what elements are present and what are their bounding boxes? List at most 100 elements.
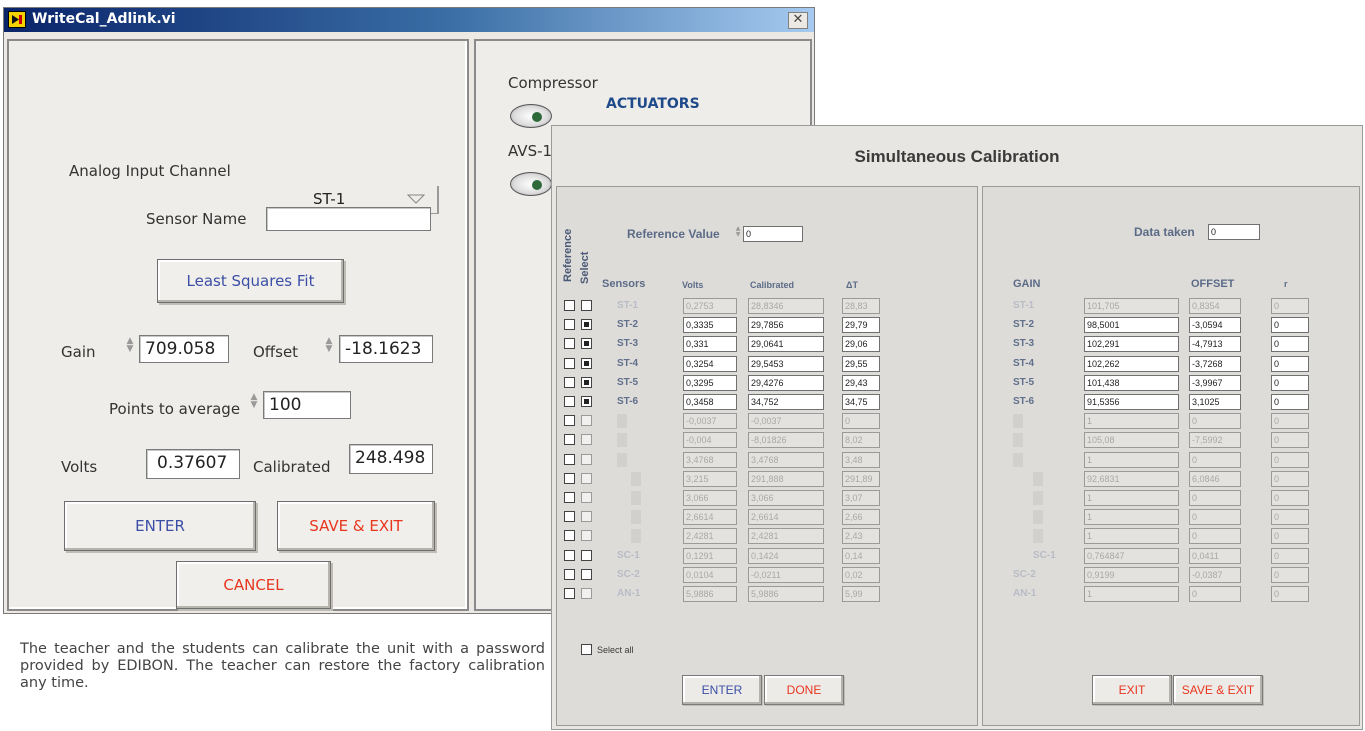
- select-checkbox[interactable]: [581, 300, 592, 311]
- led-indicator-icon[interactable]: [510, 172, 552, 196]
- offset-label: Offset: [253, 343, 299, 361]
- reference-checkbox[interactable]: [564, 300, 575, 311]
- select-checkbox[interactable]: [581, 588, 592, 599]
- offset-cell: -3,0594: [1189, 317, 1241, 333]
- sensor-name: [631, 472, 641, 486]
- reference-checkbox[interactable]: [564, 492, 575, 503]
- sensor-name: ST-4: [617, 358, 639, 369]
- r-cell: 0: [1271, 471, 1309, 487]
- volts-cell: 0,3458: [683, 394, 737, 410]
- reference-checkbox[interactable]: [564, 377, 575, 388]
- offset-cell: -0,0387: [1189, 567, 1241, 583]
- reference-checkbox[interactable]: [564, 338, 575, 349]
- offset-cell: 0: [1189, 509, 1241, 525]
- calibrated-cell: 29,7856: [748, 317, 824, 333]
- reference-checkbox[interactable]: [564, 530, 575, 541]
- sensor-name: AN-1: [617, 588, 641, 599]
- close-icon[interactable]: ✕: [788, 12, 808, 29]
- select-checkbox[interactable]: [581, 569, 592, 580]
- spinner-icon[interactable]: ▲ ▼: [322, 337, 336, 363]
- calibrated-cell: 28,8346: [748, 298, 824, 314]
- select-checkbox[interactable]: [581, 434, 592, 445]
- gain-field[interactable]: 709.058: [139, 335, 229, 363]
- sensors-column-header: Sensors: [602, 278, 646, 290]
- select-checkbox[interactable]: [581, 319, 592, 330]
- select-checkbox[interactable]: [581, 550, 592, 561]
- r-cell: 0: [1271, 490, 1309, 506]
- gain-cell: 98,5001: [1084, 317, 1179, 333]
- enter-button[interactable]: ENTER: [64, 501, 256, 551]
- reference-value-field[interactable]: 0: [743, 226, 803, 242]
- offset-cell: -3,7268: [1189, 356, 1241, 372]
- delta-t-cell: 5,99: [842, 586, 880, 602]
- data-taken-field[interactable]: 0: [1208, 224, 1260, 240]
- calibrated-cell: 291,888: [748, 471, 824, 487]
- cancel-button[interactable]: CANCEL: [176, 561, 331, 609]
- select-checkbox[interactable]: [581, 338, 592, 349]
- enter-button[interactable]: ENTER: [682, 675, 762, 705]
- volts-cell: 2,6614: [683, 509, 737, 525]
- gain-cell: 1: [1084, 528, 1179, 544]
- select-checkbox[interactable]: [581, 396, 592, 407]
- labview-vi-icon: [8, 11, 26, 28]
- analog-input-value: ST-1: [313, 190, 346, 208]
- gain-label: Gain: [61, 343, 96, 361]
- offset-cell: 3,1025: [1189, 394, 1241, 410]
- r-cell: 0: [1271, 509, 1309, 525]
- select-checkbox[interactable]: [581, 530, 592, 541]
- offset-cell: 6,0846: [1189, 471, 1241, 487]
- save-and-exit-button[interactable]: SAVE & EXIT: [1173, 675, 1263, 705]
- calibrated-cell: 34,752: [748, 394, 824, 410]
- points-to-average-field[interactable]: 100: [263, 391, 351, 419]
- reference-checkbox[interactable]: [564, 473, 575, 484]
- gain-cell: 101,705: [1084, 298, 1179, 314]
- r-cell: 0: [1271, 317, 1309, 333]
- volts-column-header: Volts: [682, 280, 704, 290]
- select-all-checkbox[interactable]: [581, 644, 592, 655]
- reference-checkbox[interactable]: [564, 550, 575, 561]
- reference-checkbox[interactable]: [564, 415, 575, 426]
- sensor-name: [631, 491, 641, 505]
- led-indicator-icon[interactable]: [510, 104, 552, 128]
- sensor-name: [1033, 472, 1043, 486]
- offset-field[interactable]: -18.1623: [339, 335, 433, 363]
- reference-checkbox[interactable]: [564, 396, 575, 407]
- select-checkbox[interactable]: [581, 377, 592, 388]
- delta-t-cell: 28,83: [842, 298, 880, 314]
- calibrated-cell: 0,1424: [748, 548, 824, 564]
- select-checkbox[interactable]: [581, 492, 592, 503]
- done-button[interactable]: DONE: [764, 675, 844, 705]
- sensor-name: [1013, 453, 1023, 467]
- gain-cell: 101,438: [1084, 375, 1179, 391]
- sensor-name: [617, 453, 627, 467]
- select-checkbox[interactable]: [581, 415, 592, 426]
- window-titlebar[interactable]: WriteCal_Adlink.vi ✕: [4, 8, 814, 32]
- reference-checkbox[interactable]: [564, 569, 575, 580]
- select-checkbox[interactable]: [581, 511, 592, 522]
- save-and-exit-button[interactable]: SAVE & EXIT: [277, 501, 435, 551]
- reference-checkbox[interactable]: [564, 454, 575, 465]
- exit-button[interactable]: EXIT: [1092, 675, 1172, 705]
- reference-checkbox[interactable]: [564, 434, 575, 445]
- calibrated-cell: 29,5453: [748, 356, 824, 372]
- reference-checkbox[interactable]: [564, 588, 575, 599]
- sensor-name: [1013, 414, 1023, 428]
- select-checkbox[interactable]: [581, 358, 592, 369]
- select-checkbox[interactable]: [581, 454, 592, 465]
- sensor-name: [1033, 510, 1043, 524]
- spinner-icon[interactable]: ▲ ▼: [123, 337, 137, 363]
- reference-checkbox[interactable]: [564, 511, 575, 522]
- sensor-name-field[interactable]: [266, 207, 431, 231]
- spinner-icon[interactable]: ▲ ▼: [247, 393, 261, 419]
- volts-label: Volts: [61, 458, 98, 476]
- calibrated-cell: 2,4281: [748, 528, 824, 544]
- gain-cell: 1: [1084, 586, 1179, 602]
- spinner-icon[interactable]: ▲ ▼: [733, 226, 743, 242]
- reference-checkbox[interactable]: [564, 319, 575, 330]
- least-squares-fit-button[interactable]: Least Squares Fit: [157, 259, 344, 303]
- select-checkbox[interactable]: [581, 473, 592, 484]
- delta-t-cell: 291,89: [842, 471, 880, 487]
- dropdown-arrow-icon: [407, 194, 425, 204]
- sensor-name: AN-1: [1013, 588, 1037, 599]
- reference-checkbox[interactable]: [564, 358, 575, 369]
